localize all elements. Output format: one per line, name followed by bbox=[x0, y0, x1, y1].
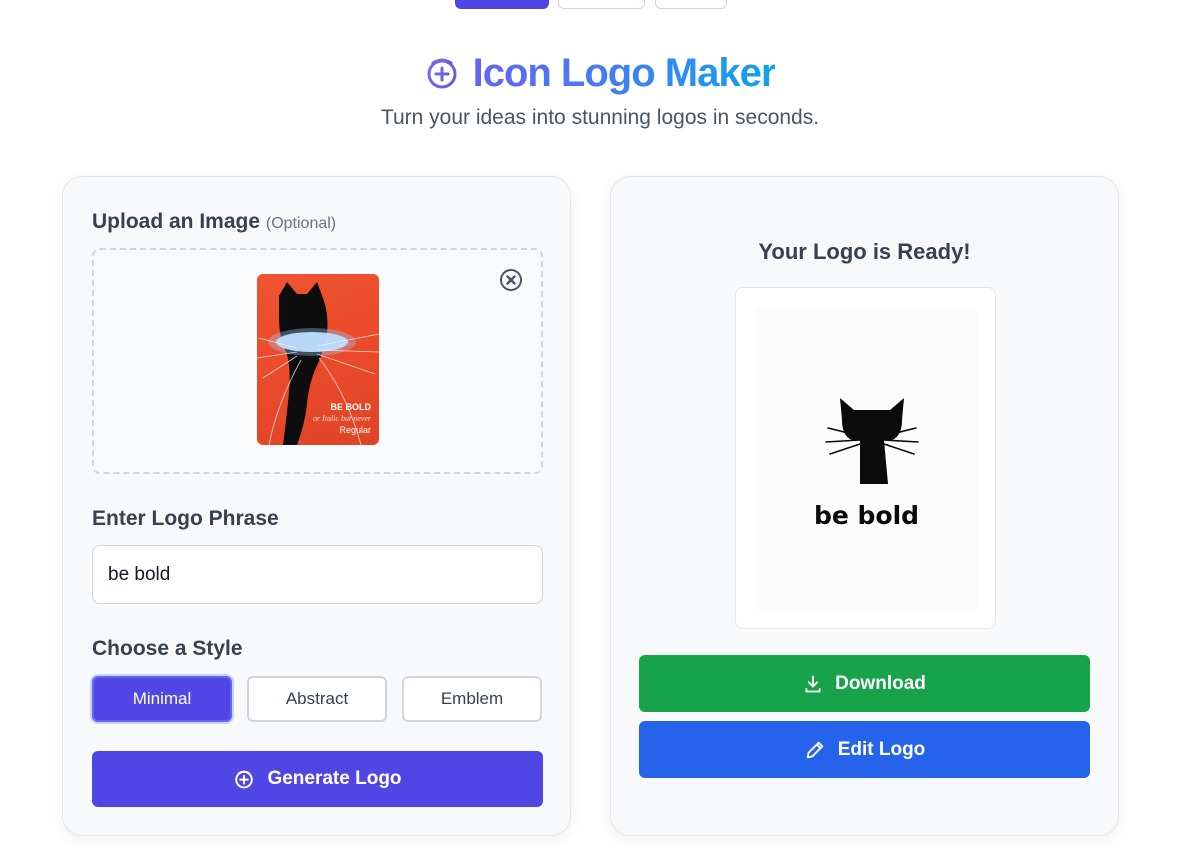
cat-logo-icon bbox=[825, 398, 919, 484]
pencil-icon bbox=[806, 741, 823, 758]
nav-tab-active[interactable] bbox=[455, 0, 549, 9]
generate-logo-label: Generate Logo bbox=[267, 768, 402, 789]
app-header: Icon Logo Maker Turn your ideas into stu… bbox=[0, 48, 1200, 130]
uploaded-image-thumbnail: BE BOLD or Italic but never Regular bbox=[257, 274, 379, 445]
remove-image-button[interactable] bbox=[499, 268, 523, 292]
upload-label-text: Upload an Image bbox=[92, 210, 261, 233]
phrase-label: Enter Logo Phrase bbox=[92, 507, 279, 530]
edit-logo-label: Edit Logo bbox=[837, 738, 926, 760]
logo-plus-icon bbox=[235, 770, 254, 789]
upload-label: Upload an Image (Optional) bbox=[92, 210, 336, 234]
thumbnail-text-1: BE BOLD bbox=[330, 402, 372, 412]
style-option-abstract[interactable]: Abstract bbox=[247, 676, 387, 722]
edit-logo-button[interactable]: Edit Logo bbox=[639, 721, 1090, 778]
nav-tab-3[interactable] bbox=[655, 0, 727, 9]
close-circle-icon bbox=[500, 269, 522, 291]
style-option-minimal[interactable]: Minimal bbox=[92, 676, 232, 722]
download-button[interactable]: Download bbox=[639, 655, 1090, 712]
page-title: Icon Logo Maker bbox=[472, 50, 777, 95]
generate-logo-button[interactable]: Generate Logo bbox=[92, 751, 543, 807]
thumbnail-text-2: or Italic but never bbox=[313, 414, 371, 423]
logo-form-card: Upload an Image (Optional) BE BOLD or It… bbox=[62, 176, 571, 836]
logo-plus-icon bbox=[427, 58, 457, 89]
download-label: Download bbox=[835, 672, 926, 694]
generated-logo-preview: be bold bbox=[735, 287, 996, 629]
download-icon bbox=[805, 675, 821, 692]
style-label: Choose a Style bbox=[92, 637, 243, 660]
logo-canvas: be bold bbox=[756, 308, 977, 610]
thumbnail-text-3: Regular bbox=[339, 425, 371, 435]
logo-phrase-input[interactable] bbox=[92, 545, 543, 604]
upload-optional-text: (Optional) bbox=[265, 215, 337, 232]
image-dropzone[interactable]: BE BOLD or Italic but never Regular bbox=[92, 248, 543, 474]
logo-result-card: Your Logo is Ready! be bold Download Edi… bbox=[610, 176, 1119, 836]
nav-tab-2[interactable] bbox=[558, 0, 645, 9]
top-nav bbox=[0, 0, 1200, 10]
logo-phrase-text: be bold bbox=[813, 501, 920, 530]
page-subtitle: Turn your ideas into stunning logos in s… bbox=[380, 106, 820, 129]
style-option-emblem[interactable]: Emblem bbox=[402, 676, 542, 722]
result-title: Your Logo is Ready! bbox=[758, 239, 971, 264]
